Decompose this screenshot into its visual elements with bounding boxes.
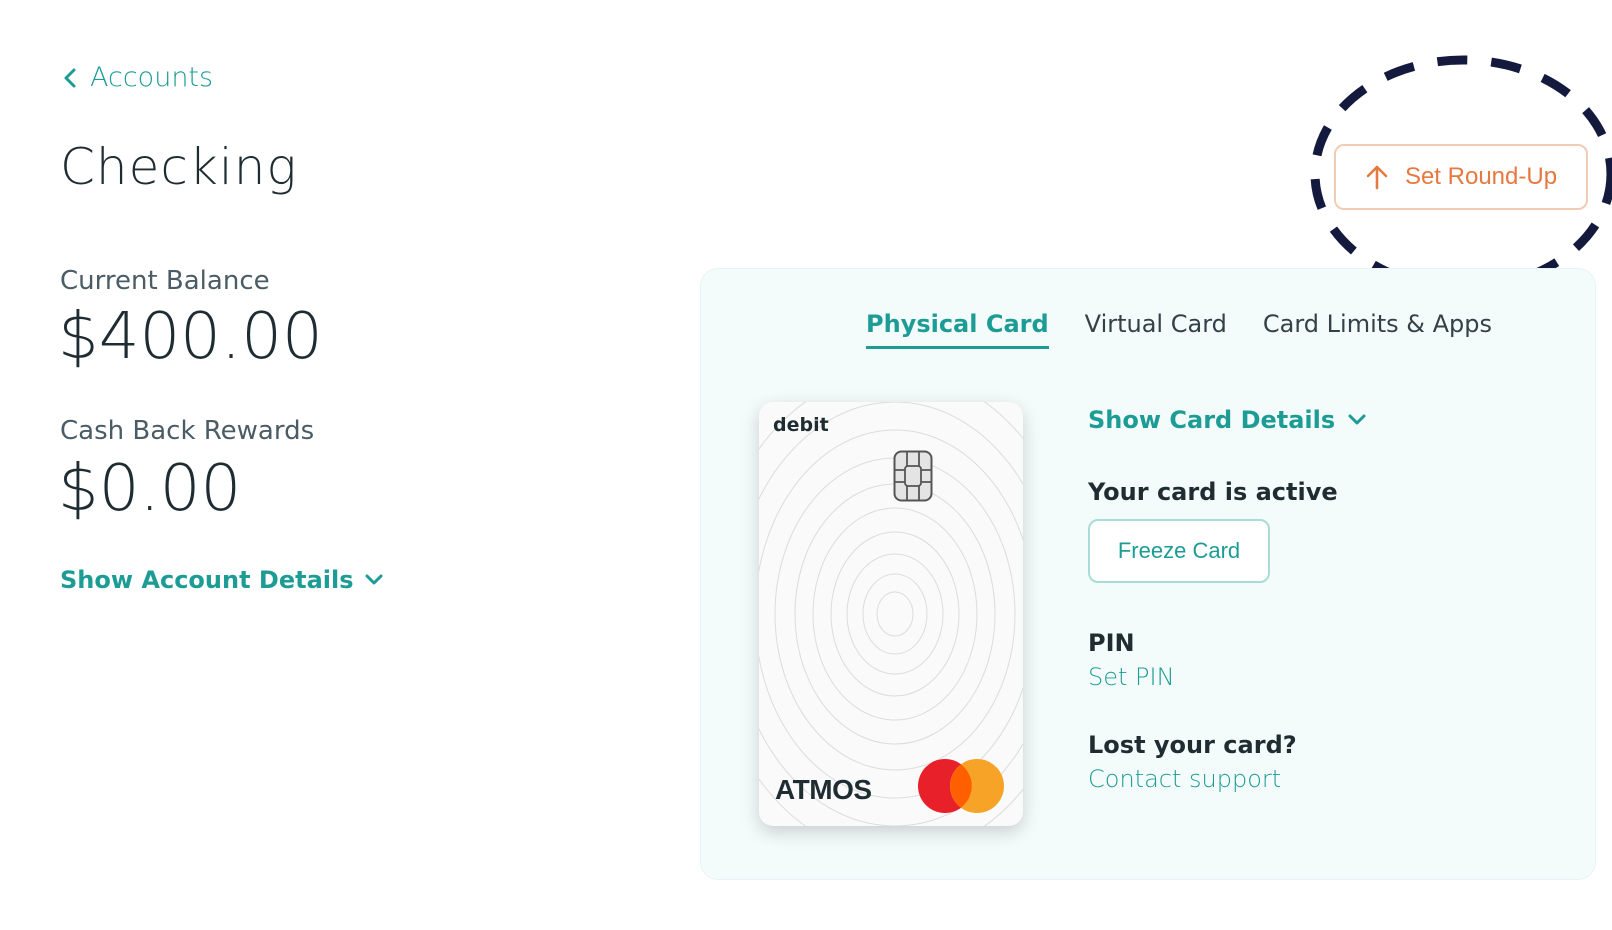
show-account-details-toggle[interactable]: Show Account Details <box>60 566 384 594</box>
current-balance-value: $400.00 <box>58 300 323 374</box>
set-round-up-label: Set Round-Up <box>1404 163 1558 190</box>
card-chip-icon <box>893 450 933 502</box>
pin-label: PIN <box>1088 629 1135 657</box>
mastercard-logo-icon <box>918 759 1004 813</box>
arrow-up-icon <box>1366 165 1388 190</box>
current-balance-label: Current Balance <box>60 266 270 296</box>
freeze-card-button[interactable]: Freeze Card <box>1088 519 1270 583</box>
show-account-details-label: Show Account Details <box>60 566 354 594</box>
show-card-details-toggle[interactable]: Show Card Details <box>1088 406 1367 434</box>
chevron-down-icon <box>365 574 383 585</box>
card-brand-logo: ATMOS <box>775 774 872 805</box>
tab-card-limits-apps[interactable]: Card Limits & Apps <box>1263 310 1492 349</box>
show-card-details-label: Show Card Details <box>1088 406 1336 434</box>
back-to-accounts-link[interactable]: Accounts <box>62 62 213 93</box>
debit-card-image: debit ATMOS <box>759 402 1023 826</box>
card-tabs: Physical Card Virtual Card Card Limits &… <box>866 310 1492 349</box>
chevron-down-icon <box>1348 414 1366 425</box>
lost-card-label: Lost your card? <box>1088 731 1297 759</box>
chevron-left-icon <box>64 68 76 87</box>
cash-back-rewards-label: Cash Back Rewards <box>60 416 315 446</box>
card-status-text: Your card is active <box>1088 478 1338 506</box>
card-type-label: debit <box>773 414 829 436</box>
page-title: Checking <box>60 138 298 196</box>
back-link-label: Accounts <box>90 62 214 93</box>
cash-back-rewards-value: $0.00 <box>58 452 242 526</box>
tab-virtual-card[interactable]: Virtual Card <box>1085 310 1227 349</box>
set-round-up-button[interactable]: Set Round-Up <box>1334 144 1588 210</box>
set-pin-link[interactable]: Set PIN <box>1088 663 1175 691</box>
tab-physical-card[interactable]: Physical Card <box>866 310 1049 349</box>
contact-support-link[interactable]: Contact support <box>1088 765 1281 793</box>
